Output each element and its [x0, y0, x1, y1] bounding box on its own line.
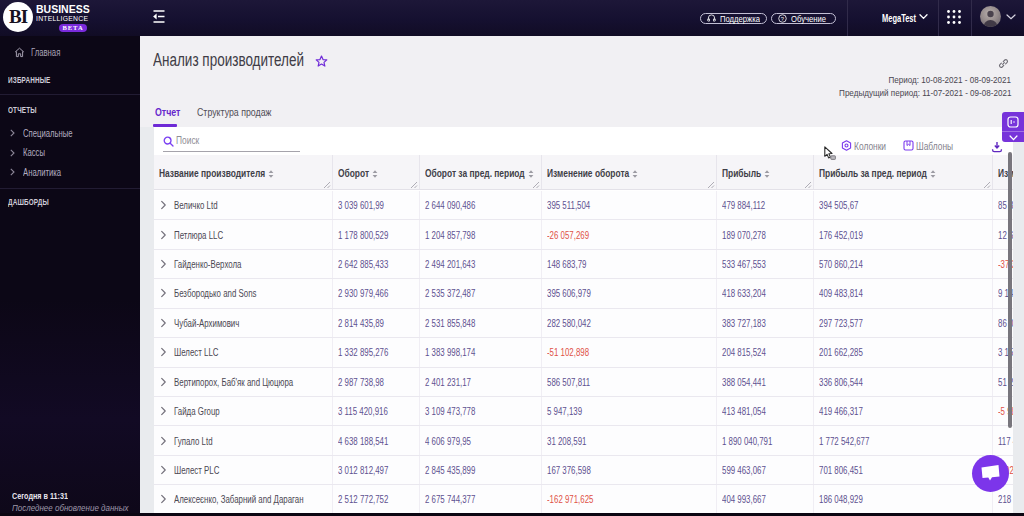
svg-text:?: ? [781, 15, 785, 21]
